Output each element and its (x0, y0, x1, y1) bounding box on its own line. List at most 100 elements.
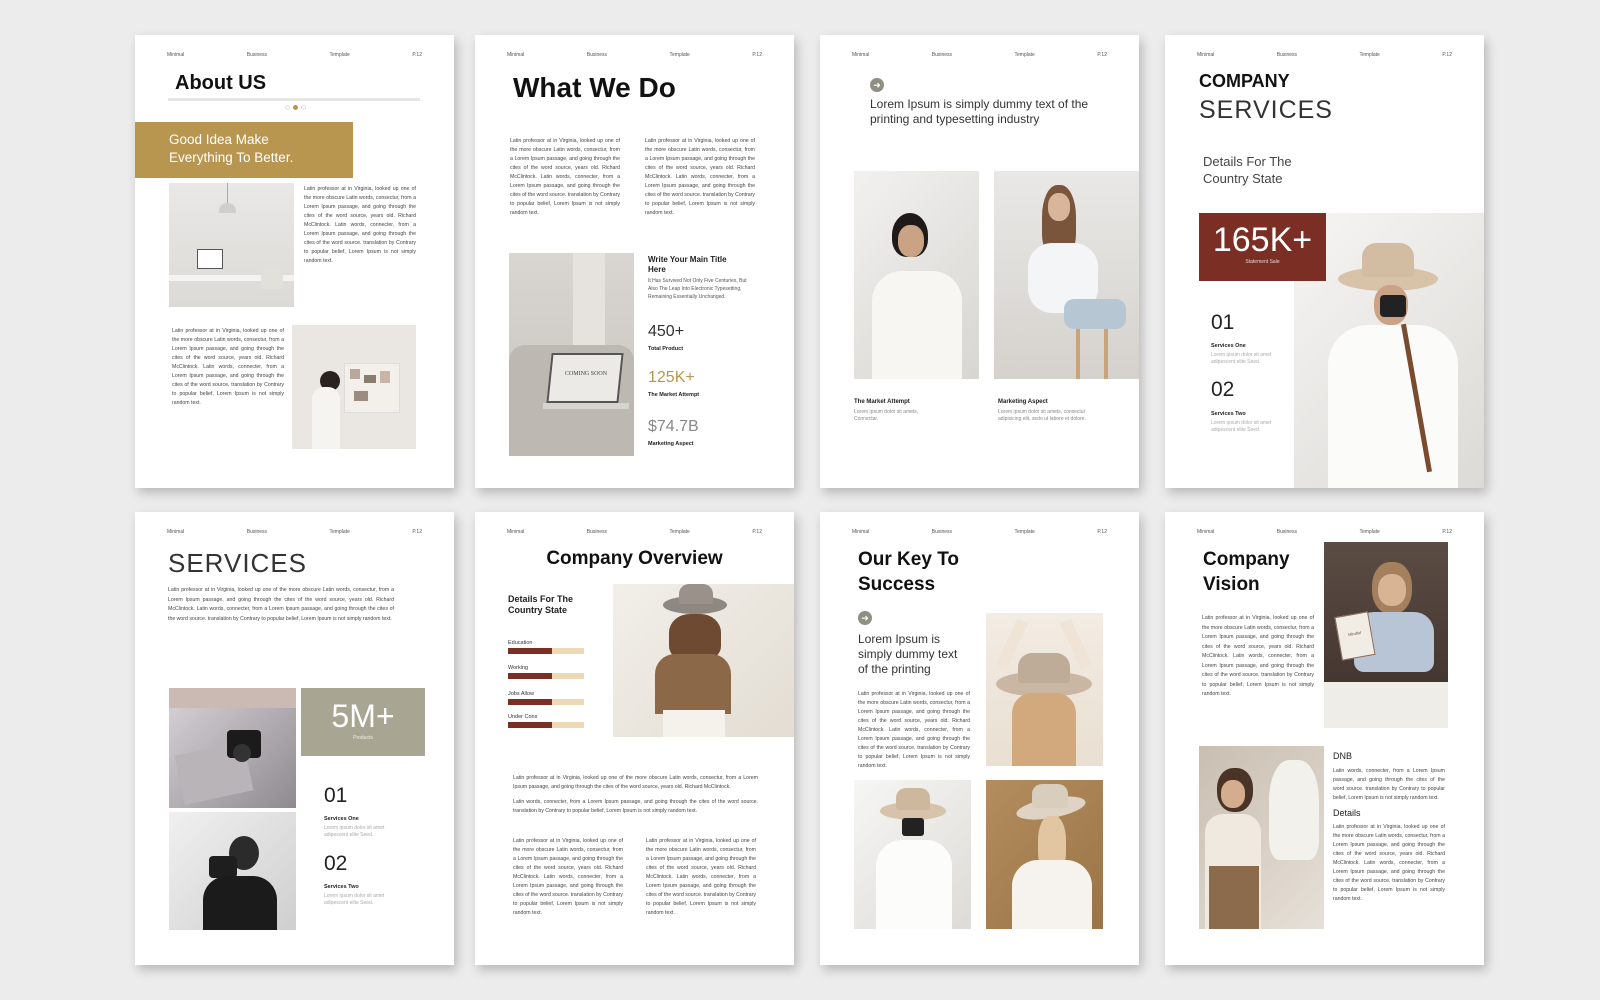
details-heading: Details (1333, 808, 1361, 818)
key-paragraph: Latin professor at in Virginia, looked u… (858, 691, 970, 769)
reading-woman-photo: Mindful (1324, 542, 1448, 728)
desk-photo (169, 183, 294, 307)
stat-box-sage: 5M+ Products (301, 688, 425, 756)
laptop-photo: COMING SOON (509, 253, 634, 456)
about-paragraph-1: Latin professor at in Virginia, looked u… (304, 186, 416, 264)
sculptor-photo (1199, 746, 1324, 929)
stat-value: 165K+ (1212, 221, 1313, 259)
page-company-vision[interactable]: Minimal Business Template P.12 Company Visi… (1165, 512, 1484, 965)
bar-label: Under Cons (508, 714, 538, 720)
what-paragraph-left: Latin professor at in Virginia, looked u… (510, 138, 620, 216)
stat-label-3: Marketing Aspect (648, 441, 694, 447)
page-header: Minimal Business Template P.12 (167, 52, 422, 58)
dnb-paragraph: Latin words, connecter, from a Lorem Ips… (1333, 768, 1445, 801)
overview-paragraph-4: Latin professor at in Virginia, looked u… (646, 838, 756, 916)
service-title-1: Services One (1211, 343, 1246, 349)
page-key-to-success[interactable]: Minimal Business Template P.12 Our Key To S… (820, 512, 1139, 965)
stat-value-1: 450+ (648, 323, 685, 340)
service-num-2: 02 (1211, 378, 1235, 401)
overview-paragraph-3: Latin professor at in Virginia, looked u… (513, 838, 623, 916)
service-text-1: Lorem ipsum dolor sit amet adipescent el… (1211, 352, 1272, 365)
details-heading: Details For The Country State (1203, 154, 1292, 186)
service-text-1: Lorem ipsum dolor sit amet adipescent el… (324, 825, 385, 838)
service-num-1: 01 (1211, 311, 1235, 334)
page-services[interactable]: Minimal Business Template P.12 SERVICES Lat… (135, 512, 454, 965)
camera-photo-bw (169, 812, 296, 930)
moodboard-photo (292, 325, 416, 449)
bar-label: Education (508, 640, 533, 646)
page-header: Minimal Business Template P.12 (852, 52, 1107, 58)
service-text-2: Lorem ipsum dolor sit amet adipescent el… (1211, 420, 1272, 433)
title-divider (168, 98, 420, 101)
bar-fill (508, 673, 553, 679)
page-title: Company Overview (546, 548, 723, 569)
bar-row-4: Under Cons (508, 714, 584, 728)
camera-hat-photo (854, 780, 971, 929)
camera-photo-color (169, 688, 296, 808)
bar-row-1: Education (508, 640, 584, 654)
page-header: Minimal Business Template P.12 (507, 529, 762, 535)
service-num-1: 01 (324, 784, 348, 807)
stat-label: Products (353, 735, 373, 741)
stat-value-2: 125K+ (648, 369, 695, 386)
page-header: Minimal Business Template P.12 (852, 529, 1107, 535)
bar-fill (508, 722, 553, 728)
stat-label-2: The Market Attempt (648, 392, 700, 398)
gold-banner: Good Idea Make Everything To Better. (135, 122, 353, 178)
bar-label: Working (508, 665, 529, 671)
sub-title: Write Your Main Title Here (648, 255, 727, 274)
overview-paragraph-2: Latin words, connecter, from a Lorem Ips… (513, 799, 758, 814)
service-title-2: Services Two (324, 884, 359, 890)
bar-track (508, 722, 584, 728)
service-text-2: Lorem ipsum dolor sit amet adipescent el… (324, 893, 385, 906)
service-num-2: 02 (324, 852, 348, 875)
brown-backdrop-photo (986, 780, 1103, 929)
page-lorem-portraits[interactable]: Minimal Business Template P.12 ➜ Lorem Ipsu… (820, 35, 1139, 488)
page-title: About US (175, 72, 267, 94)
page-title: Company Vision (1203, 549, 1290, 595)
bar-fill (508, 699, 553, 705)
page-header: Minimal Business Template P.12 (507, 52, 762, 58)
page-company-overview[interactable]: Minimal Business Template P.12 Company Over… (475, 512, 794, 965)
service-title-1: Services One (324, 816, 359, 822)
vision-paragraph: Latin professor at in Virginia, looked u… (1202, 615, 1314, 697)
portrait-photo-1 (854, 171, 979, 379)
caption-text-1: Lorem ipsum dolor sit amets, Connectar. (854, 409, 919, 422)
book-cover: Mindful (1334, 611, 1376, 661)
caption-title-1: The Market Attempt (854, 399, 910, 405)
sub-text: It Has Survived Not Only Five Centuries,… (648, 278, 747, 300)
stat-value: 5M+ (331, 698, 395, 734)
services-paragraph: Latin professor at in Virginia, looked u… (168, 587, 394, 622)
page-company-services[interactable]: Minimal Business Template P.12 COMPANY SERV… (1165, 35, 1484, 488)
what-paragraph-right: Latin professor at in Virginia, looked u… (645, 138, 755, 216)
bar-row-3: Jobs Allow (508, 691, 584, 705)
overview-paragraph-1: Latin professor at in Virginia, looked u… (513, 775, 758, 790)
page-title-line-2: SERVICES (1199, 96, 1333, 124)
pager-dots (285, 105, 306, 110)
bar-track (508, 648, 584, 654)
page-quote: Lorem Ipsum is simply dummy text of the … (858, 632, 958, 676)
details-paragraph: Latin professor at in Virginia, looked u… (1333, 824, 1445, 902)
page-title-line-1: COMPANY (1199, 71, 1290, 91)
page-about-us[interactable]: Minimal Business Template P.12 About US Goo… (135, 35, 454, 488)
stat-label-1: Total Product (648, 346, 684, 352)
page-title: Our Key To Success (858, 549, 959, 595)
banner-text: Good Idea Make Everything To Better. (169, 132, 294, 165)
stat-box-rust: 165K+ Statement Sale (1199, 213, 1326, 281)
page-header: Minimal Business Template P.12 (167, 529, 422, 535)
dnb-heading: DNB (1333, 751, 1353, 761)
bar-track (508, 699, 584, 705)
portrait-photo-2 (994, 171, 1139, 379)
hat-woman-photo (613, 584, 794, 737)
caption-text-2: Lorem ipsum dolor sit amets, consectur a… (998, 409, 1086, 422)
details-heading: Details For The Country State (508, 594, 574, 615)
page-header: Minimal Business Template P.12 (1197, 529, 1452, 535)
laptop-screen-text: COMING SOON (564, 371, 608, 377)
arrow-right-icon: ➜ (870, 78, 884, 92)
page-what-we-do[interactable]: Minimal Business Template P.12 What We Do L… (475, 35, 794, 488)
stat-value-3: $74.7B (648, 418, 699, 435)
hat-back-photo (986, 613, 1103, 766)
page-header: Minimal Business Template P.12 (1197, 52, 1452, 58)
page-title: SERVICES (168, 548, 308, 578)
about-paragraph-2: Latin professor at in Virginia, looked u… (172, 328, 284, 406)
